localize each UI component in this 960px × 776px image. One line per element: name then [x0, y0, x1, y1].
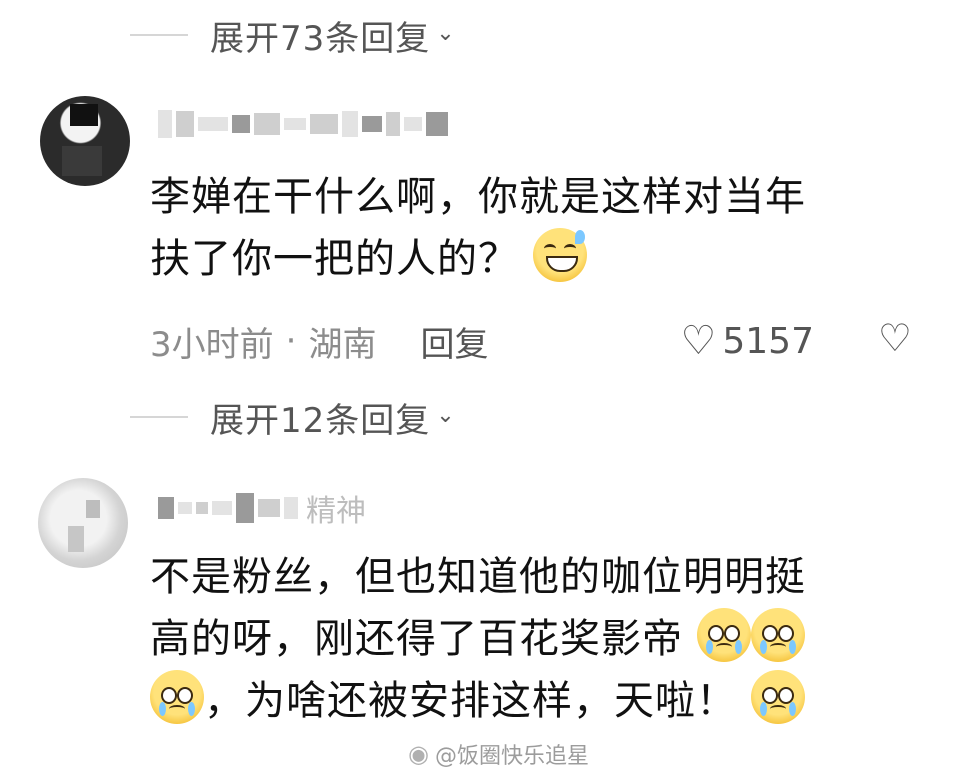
expand-replies-label: 展开12条回复: [210, 400, 431, 441]
expand-replies-label: 展开73条回复: [210, 18, 431, 59]
comment-time: 3小时前: [150, 324, 274, 365]
avatar[interactable]: [38, 478, 128, 568]
comment-line: ，为啥还被安排这样，天啦！: [204, 678, 737, 724]
comment-line: 李婵在干什么啊，你就是这样对当年: [150, 174, 806, 220]
divider-line: [130, 416, 188, 418]
reply-button[interactable]: 回复: [420, 317, 488, 366]
comment-text: 李婵在干什么啊，你就是这样对当年 扶了你一把的人的？: [150, 166, 940, 290]
expand-replies-top[interactable]: 展开73条回复 ⌄: [130, 10, 455, 60]
like-button[interactable]: ♡ 5157: [681, 318, 814, 364]
pleading-face-emoji: [696, 608, 751, 662]
comment-text: 不是粉丝，但也知道他的咖位明明挺 高的呀，刚还得了百花奖影帝 ，为啥还被安排这样…: [150, 546, 940, 732]
watermark-text: @饭圈快乐追星: [434, 744, 589, 769]
chevron-down-icon: ⌄: [436, 402, 455, 428]
like-count: 5157: [722, 320, 814, 362]
comment-line: 扶了你一把的人的？: [150, 236, 519, 282]
chevron-down-icon: ⌄: [436, 20, 455, 46]
grinning-sweat-emoji: [532, 228, 587, 282]
username-pixelated[interactable]: 精神: [158, 488, 366, 529]
divider-line: [130, 34, 188, 36]
comment-location: 湖南: [308, 324, 377, 365]
heart-icon: ♡: [680, 318, 717, 364]
username-pixelated[interactable]: [158, 104, 448, 144]
weibo-logo-icon: ◉: [408, 740, 429, 768]
username-fragment: 精神: [306, 494, 366, 529]
comment-line: 高的呀，刚还得了百花奖影帝: [150, 616, 683, 662]
avatar[interactable]: [40, 96, 130, 186]
pleading-face-emoji: [150, 670, 204, 724]
meta-separator: ·: [285, 321, 297, 361]
expand-replies-mid[interactable]: 展开12条回复 ⌄: [130, 392, 455, 442]
broken-heart-icon[interactable]: ♡: [878, 316, 912, 360]
watermark: ◉ @饭圈快乐追星: [408, 738, 589, 770]
comment-meta: 3小时前 · 湖南 回复: [150, 317, 488, 366]
comment-line: 不是粉丝，但也知道他的咖位明明挺: [150, 554, 806, 600]
pleading-face-emoji: [750, 670, 805, 724]
pleading-face-emoji: [750, 608, 805, 662]
